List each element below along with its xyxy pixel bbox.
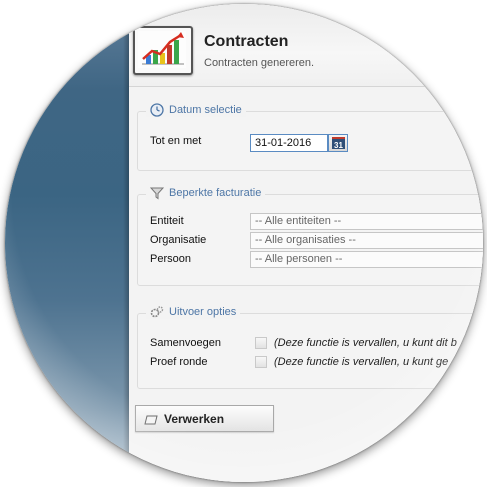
date-selection-title: Datum selectie bbox=[169, 104, 242, 116]
gears-icon bbox=[150, 305, 164, 319]
organisation-label: Organisatie bbox=[150, 234, 207, 246]
chart-growth-icon bbox=[133, 26, 193, 75]
billing-restriction-group: Beperkte facturatie Entiteit -- Alle ent… bbox=[137, 186, 483, 286]
process-button[interactable]: Verwerken bbox=[135, 405, 274, 432]
person-select[interactable]: -- Alle personen -- bbox=[250, 251, 483, 268]
merge-checkbox[interactable] bbox=[255, 337, 267, 349]
trial-run-label: Proef ronde bbox=[150, 356, 208, 368]
page-header: Contracten Contracten genereren. bbox=[129, 4, 483, 87]
trial-run-checkbox[interactable] bbox=[255, 356, 267, 368]
merge-note: (Deze functie is vervallen, u kunt dit b bbox=[274, 337, 457, 349]
page-subtitle: Contracten genereren. bbox=[204, 57, 315, 69]
date-selection-legend: Datum selectie bbox=[146, 103, 246, 117]
magnified-view: Contracten Contracten genereren. Datum s… bbox=[5, 4, 483, 482]
main-content: Contracten Contracten genereren. Datum s… bbox=[129, 4, 483, 482]
merge-label: Samenvoegen bbox=[150, 337, 221, 349]
trial-run-note: (Deze functie is vervallen, u kunt ge bbox=[274, 356, 449, 368]
process-button-label: Verwerken bbox=[164, 411, 225, 426]
entity-label: Entiteit bbox=[150, 215, 184, 227]
calendar-button[interactable]: 31 bbox=[328, 134, 348, 152]
eraser-icon bbox=[144, 414, 158, 424]
page-title: Contracten bbox=[204, 33, 289, 50]
output-options-group: Uitvoer opties Samenvoegen (Deze functie… bbox=[137, 305, 483, 389]
filter-icon bbox=[149, 186, 165, 200]
until-label: Tot en met bbox=[150, 135, 202, 147]
calendar-icon: 31 bbox=[332, 137, 345, 150]
entity-select[interactable]: -- Alle entiteiten -- bbox=[250, 213, 483, 230]
until-date-input[interactable]: 31-01-2016 bbox=[250, 134, 328, 152]
person-label: Persoon bbox=[150, 253, 191, 265]
billing-restriction-title: Beperkte facturatie bbox=[169, 187, 262, 199]
side-panel bbox=[5, 4, 129, 482]
billing-restriction-legend: Beperkte facturatie bbox=[146, 186, 266, 200]
output-options-title: Uitvoer opties bbox=[169, 306, 237, 318]
date-selection-group: Datum selectie Tot en met 31-01-2016 31 bbox=[137, 103, 483, 171]
output-options-legend: Uitvoer opties bbox=[146, 305, 241, 319]
clock-icon bbox=[150, 103, 164, 117]
organisation-select[interactable]: -- Alle organisaties -- bbox=[250, 232, 483, 249]
